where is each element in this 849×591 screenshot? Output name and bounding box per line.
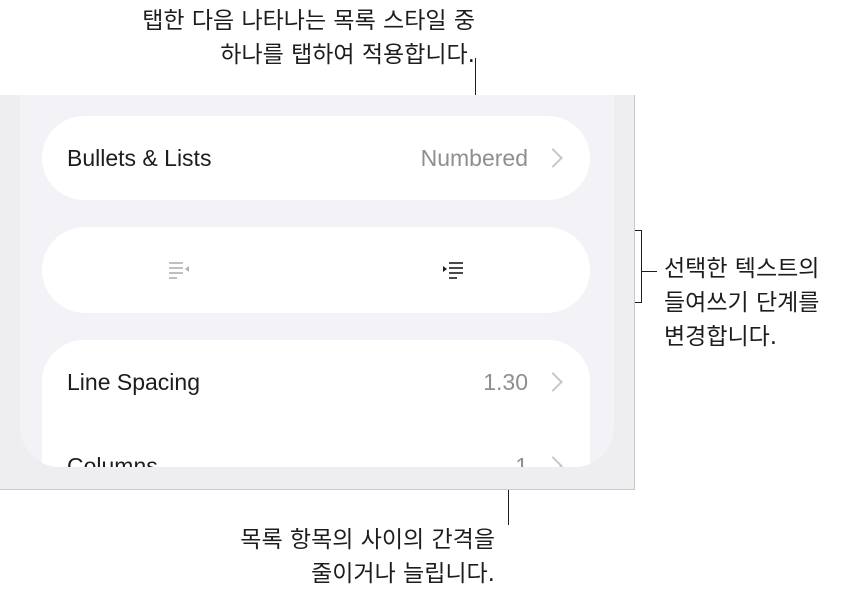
- callout-line: 선택한 텍스트의: [664, 256, 820, 282]
- bracket-right-top: [634, 230, 642, 231]
- bullets-lists-label: Bullets & Lists: [67, 144, 212, 171]
- callout-list-style: 탭한 다음 나타나는 목록 스타일 중 하나를 탭하여 적용합니다.: [142, 4, 475, 72]
- chevron-right-icon: [543, 372, 563, 392]
- spacing-group: Line Spacing 1.30 Columns 1: [42, 340, 590, 467]
- indent-icon: [443, 262, 463, 279]
- callout-indent: 선택한 텍스트의 들여쓰기 단계를 변경합니다.: [664, 252, 819, 354]
- callout-line: 들여쓰기 단계를: [664, 290, 820, 316]
- bracket-right: [641, 230, 642, 303]
- chevron-right-icon: [543, 148, 563, 168]
- line-spacing-label: Line Spacing: [67, 368, 200, 395]
- line-spacing-value: 1.30: [483, 368, 528, 395]
- format-panel-frame: Bullets & Lists Numbered Line Spacing 1.…: [0, 95, 635, 490]
- indent-controls: [42, 227, 590, 313]
- chevron-right-icon: [543, 456, 563, 467]
- bullets-lists-row[interactable]: Bullets & Lists Numbered: [42, 116, 590, 200]
- callout-line: 하나를 탭하여 적용합니다.: [220, 42, 475, 68]
- increase-indent-button[interactable]: [316, 227, 590, 313]
- columns-value: 1: [515, 452, 528, 468]
- outdent-icon: [169, 262, 189, 279]
- decrease-indent-button[interactable]: [42, 227, 316, 313]
- callout-line: 탭한 다음 나타나는 목록 스타일 중: [142, 8, 475, 34]
- bracket-right-tick: [641, 271, 657, 272]
- callout-line: 변경합니다.: [664, 324, 778, 350]
- callout-line-spacing: 목록 항목의 사이의 간격을 줄이거나 늘립니다.: [240, 523, 495, 591]
- bracket-right-bottom: [634, 302, 642, 303]
- columns-label: Columns: [67, 452, 158, 468]
- columns-row[interactable]: Columns 1: [42, 424, 590, 467]
- callout-line: 목록 항목의 사이의 간격을: [240, 527, 495, 553]
- line-spacing-row[interactable]: Line Spacing 1.30: [42, 340, 590, 424]
- bullets-lists-value: Numbered: [420, 144, 528, 171]
- callout-line: 줄이거나 늘립니다.: [311, 561, 495, 587]
- format-sheet: Bullets & Lists Numbered Line Spacing 1.…: [20, 95, 614, 467]
